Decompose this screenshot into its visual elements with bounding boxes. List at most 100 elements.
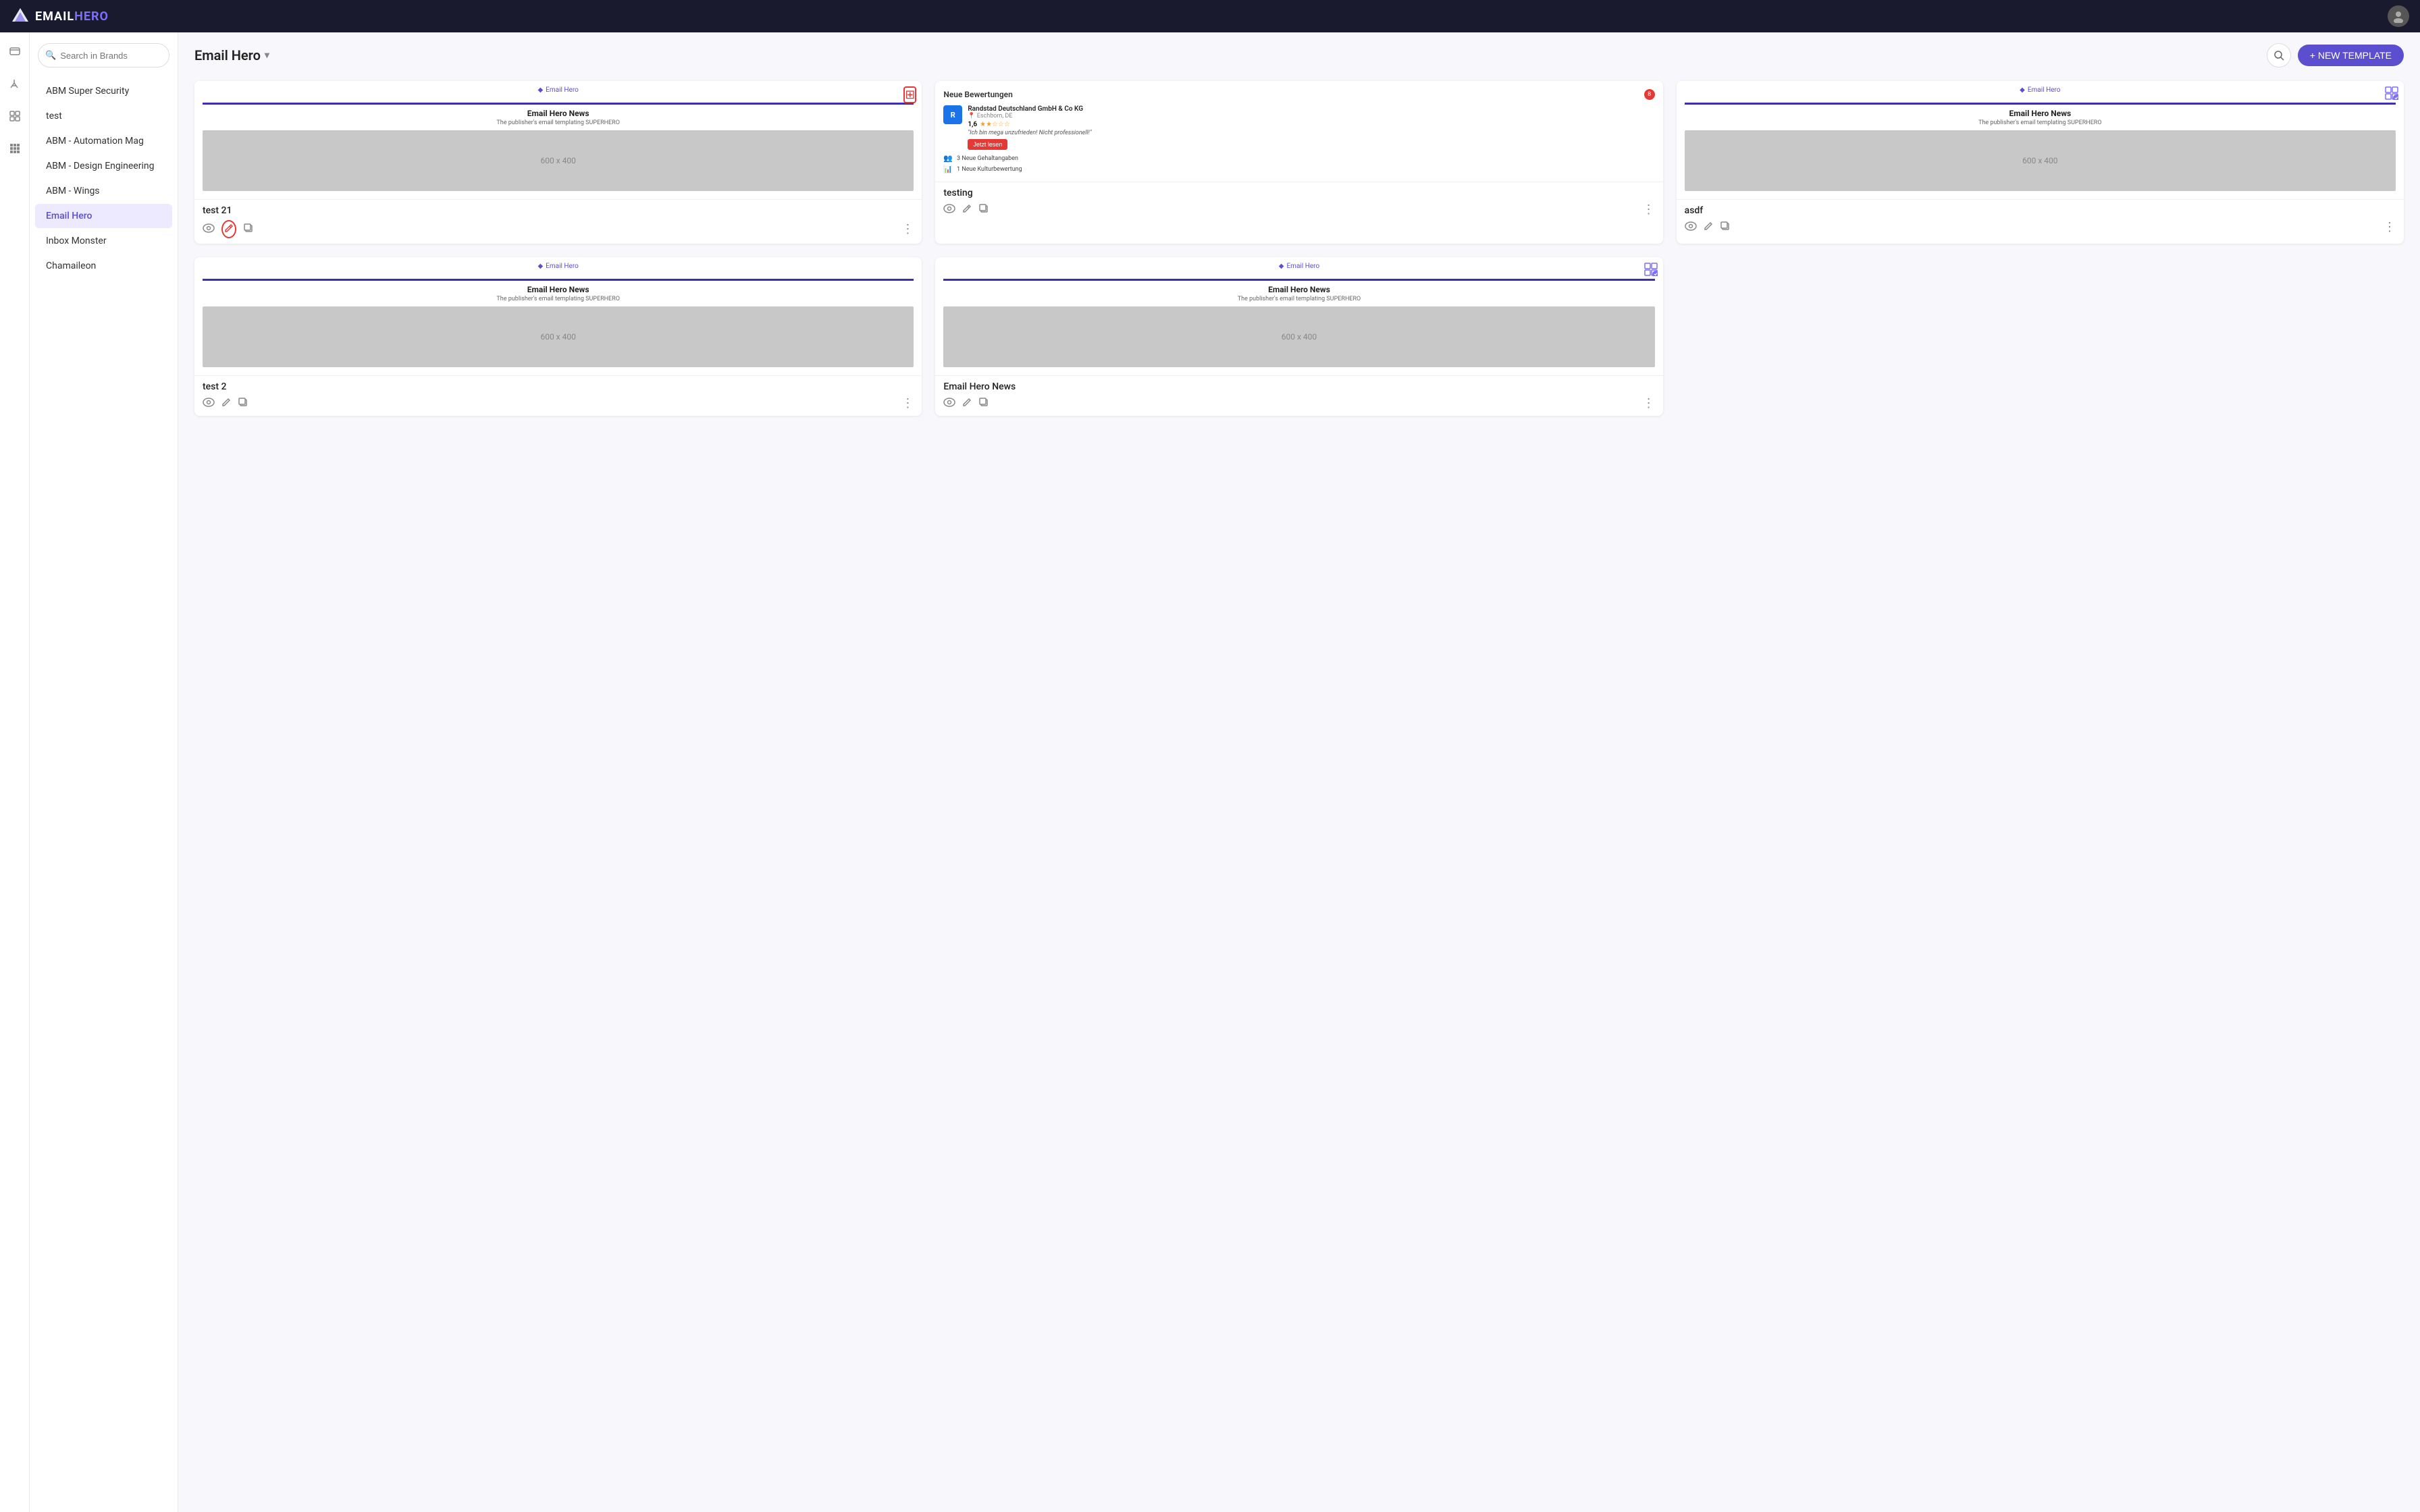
jetzt-lesen-button[interactable]: Jetzt lesen xyxy=(968,139,1007,150)
stars-icon: ★★☆☆☆ xyxy=(980,121,1010,128)
header-actions: + NEW TEMPLATE xyxy=(2267,43,2404,68)
rating-number: 1,6 xyxy=(968,121,977,128)
badge-text: Email Hero xyxy=(546,263,579,270)
card-settings-icon[interactable]: ⊞ xyxy=(903,86,916,103)
sidebar-item-abm-automation-mag[interactable]: ABM - Automation Mag xyxy=(35,129,172,153)
stat-count-2: 1 Neue Kulturbewertung xyxy=(957,166,1022,173)
icon-sidebar xyxy=(0,32,30,1512)
template-card: ◆ Email Hero ⊞ Email Hero News The publi… xyxy=(194,81,922,244)
copy-icon[interactable] xyxy=(978,397,989,410)
logo[interactable]: EMAILHERO xyxy=(11,7,109,26)
logo-icon xyxy=(11,7,30,26)
preview-icon[interactable] xyxy=(203,397,215,410)
card-brand-badge: ◆ Email Hero xyxy=(537,263,578,270)
thumbnail-title: Email Hero News xyxy=(1685,109,2396,118)
action-icons xyxy=(943,203,989,217)
edit-icon[interactable] xyxy=(962,203,972,216)
icon-bar-apps[interactable] xyxy=(4,138,26,159)
card-footer: test 2 ⋮ xyxy=(194,376,922,416)
action-icons xyxy=(203,220,254,238)
icon-bar-tools[interactable] xyxy=(4,73,26,94)
thumbnail-title: Email Hero News xyxy=(943,285,1654,294)
brand-title-text: Email Hero xyxy=(194,47,261,63)
company-row: R Randstad Deutschland GmbH & Co KG 📍 Es… xyxy=(943,105,1654,150)
more-options-icon[interactable]: ⋮ xyxy=(901,396,914,410)
more-options-icon[interactable]: ⋮ xyxy=(901,222,914,236)
thumbnail-subtitle: The publisher's email templating SUPERHE… xyxy=(1685,119,2396,126)
icon-bar-notifications[interactable] xyxy=(4,40,26,62)
thumbnail-title: Email Hero News xyxy=(203,285,914,294)
template-name: test 2 xyxy=(203,381,914,392)
preview-icon[interactable] xyxy=(943,203,955,216)
card-footer: Email Hero News xyxy=(935,376,1662,416)
search-icon: 🔍 xyxy=(45,51,56,61)
card-actions: ⋮ xyxy=(943,396,1654,410)
card-preview: ◆ Email Hero Email Hero News The publish… xyxy=(194,257,922,376)
sidebar-item-inbox-monster[interactable]: Inbox Monster xyxy=(35,229,172,253)
top-navigation: EMAILHERO xyxy=(0,0,2420,32)
action-icons xyxy=(1685,221,1731,234)
card-brand-badge: ◆ Email Hero xyxy=(537,86,578,94)
diamond-icon: ◆ xyxy=(537,86,543,94)
card-footer: test 21 ⋮ xyxy=(194,200,922,244)
card-preview: ◆ Email Hero xyxy=(1677,81,2404,200)
notification-badge: 8 xyxy=(1644,89,1655,100)
sidebar-item-abm-design-engineering[interactable]: ABM - Design Engineering xyxy=(35,154,172,178)
action-icons xyxy=(203,397,248,410)
edit-icon[interactable] xyxy=(221,397,231,410)
copy-icon[interactable] xyxy=(243,223,254,236)
brands-sidebar: 🔍 + ABM Super SecuritytestABM - Automati… xyxy=(30,32,178,1512)
card-preview: Neue Bewertungen 8 R Randstad Deutschlan… xyxy=(935,81,1662,182)
thumbnail-subtitle: The publisher's email templating SUPERHE… xyxy=(943,296,1654,302)
new-template-button[interactable]: + NEW TEMPLATE xyxy=(2298,45,2404,66)
template-card: ◆ Email Hero xyxy=(1677,81,2404,244)
more-options-icon[interactable]: ⋮ xyxy=(1643,202,1655,217)
diamond-icon: ◆ xyxy=(2020,86,2025,94)
card-settings-icon[interactable] xyxy=(2385,86,2398,103)
card-actions: ⋮ xyxy=(203,396,914,410)
search-input[interactable] xyxy=(60,51,179,61)
preview-icon[interactable] xyxy=(203,223,215,236)
diamond-icon: ◆ xyxy=(1279,263,1284,270)
sidebar-item-abm-wings[interactable]: ABM - Wings xyxy=(35,179,172,203)
main-content: Email Hero ▾ + NEW TEMPLATE ◆ Email Hero… xyxy=(178,32,2420,1512)
main-header: Email Hero ▾ + NEW TEMPLATE xyxy=(194,43,2404,68)
sidebar-item-abm-super-security[interactable]: ABM Super Security xyxy=(35,79,172,103)
template-card: Neue Bewertungen 8 R Randstad Deutschlan… xyxy=(935,81,1662,244)
sidebar-item-test[interactable]: test xyxy=(35,104,172,128)
more-options-icon[interactable]: ⋮ xyxy=(1643,396,1655,410)
preview-icon[interactable] xyxy=(943,397,955,410)
card-actions: ⋮ xyxy=(203,220,914,238)
card-footer: asdf ⋮ xyxy=(1677,200,2404,240)
edit-icon[interactable] xyxy=(962,397,972,410)
thumbnail-image: 600 x 400 xyxy=(943,306,1654,367)
card-actions: ⋮ xyxy=(1685,220,2396,234)
card-settings-icon[interactable] xyxy=(1644,263,1658,279)
more-options-icon[interactable]: ⋮ xyxy=(2384,220,2396,234)
copy-icon[interactable] xyxy=(238,397,248,410)
search-box[interactable]: 🔍 + xyxy=(38,43,169,68)
thumbnail-image: 600 x 400 xyxy=(203,130,914,191)
preview-icon[interactable] xyxy=(1685,221,1697,234)
thumbnail-header: Email Hero News The publisher's email te… xyxy=(1685,103,2396,126)
thumbnail-image: 600 x 400 xyxy=(1685,130,2396,191)
card-preview: ◆ Email Hero xyxy=(935,257,1662,376)
diamond-icon: ◆ xyxy=(537,263,543,270)
user-avatar[interactable] xyxy=(2388,5,2409,27)
sidebar-item-email-hero[interactable]: Email Hero xyxy=(35,204,172,228)
icon-bar-grid[interactable] xyxy=(4,105,26,127)
edit-icon[interactable] xyxy=(221,220,236,238)
sidebar-item-chamaileon[interactable]: Chamaileon xyxy=(35,254,172,278)
thumbnail-title: Email Hero News xyxy=(203,109,914,118)
card-thumbnail: Email Hero News The publisher's email te… xyxy=(943,279,1654,367)
card-actions: ⋮ xyxy=(943,202,1654,217)
stats-row: 👥 3 Neue Gehaltangaben 📊 1 Neue Kulturbe… xyxy=(943,154,1654,173)
edit-icon[interactable] xyxy=(1704,221,1713,234)
search-button[interactable] xyxy=(2267,43,2291,68)
copy-icon[interactable] xyxy=(978,203,989,217)
brand-title[interactable]: Email Hero ▾ xyxy=(194,47,269,63)
copy-icon[interactable] xyxy=(1720,221,1731,234)
stat-item-kulturbewertung: 📊 1 Neue Kulturbewertung xyxy=(943,165,1654,173)
brand-list: ABM Super SecuritytestABM - Automation M… xyxy=(30,78,178,279)
chevron-down-icon[interactable]: ▾ xyxy=(265,50,269,61)
